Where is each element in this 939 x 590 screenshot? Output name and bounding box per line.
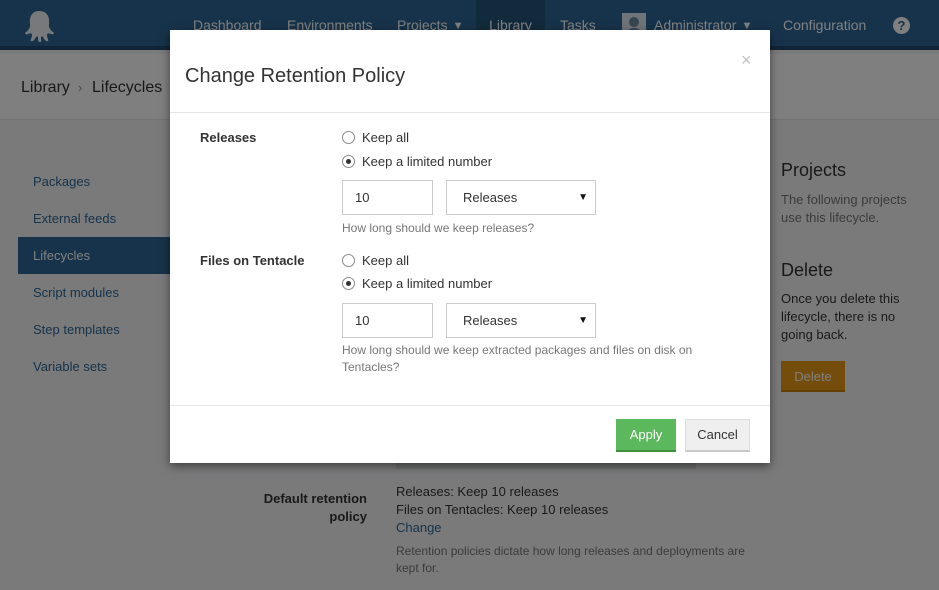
caret-down-icon: ▼: [578, 315, 588, 326]
releases-label: Releases: [200, 130, 257, 145]
radio-button[interactable]: [342, 130, 355, 144]
tentacle-limited-label: Keep a limited number: [362, 275, 493, 291]
radio-button-checked[interactable]: [342, 154, 355, 168]
tentacle-help-text: How long should we keep extracted packag…: [342, 343, 693, 374]
close-icon[interactable]: ×: [741, 50, 752, 71]
releases-help-text: How long should we keep releases?: [342, 221, 535, 235]
tentacle-limited-radio[interactable]: Keep a limited number: [342, 274, 492, 292]
releases-keep-all-label: Keep all: [362, 129, 409, 145]
releases-limited-radio[interactable]: Keep a limited number: [342, 152, 492, 170]
tentacle-quantity-input[interactable]: 10: [342, 303, 433, 338]
releases-keep-all-radio[interactable]: Keep all: [342, 128, 409, 146]
releases-limited-label: Keep a limited number: [362, 153, 493, 169]
releases-unit-select[interactable]: Releases ▼: [446, 180, 596, 215]
releases-quantity-input[interactable]: 10: [342, 180, 433, 215]
change-retention-modal: Change Retention Policy × Releases Keep …: [170, 30, 770, 463]
caret-down-icon: ▼: [578, 192, 588, 203]
modal-header: Change Retention Policy ×: [170, 30, 770, 113]
releases-unit-value: Releases: [463, 190, 518, 205]
tentacle-unit-select[interactable]: Releases ▼: [446, 303, 596, 338]
modal-footer: Apply Cancel: [170, 405, 770, 463]
radio-button-checked[interactable]: [342, 276, 355, 290]
tentacle-keep-all-radio[interactable]: Keep all: [342, 251, 409, 269]
radio-button[interactable]: [342, 253, 355, 267]
tentacle-unit-value: Releases: [463, 313, 518, 328]
tentacle-keep-all-label: Keep all: [362, 252, 409, 268]
apply-button[interactable]: Apply: [616, 419, 676, 452]
tentacle-label: Files on Tentacle: [200, 253, 305, 268]
modal-title: Change Retention Policy: [185, 65, 406, 87]
cancel-button[interactable]: Cancel: [685, 419, 750, 452]
